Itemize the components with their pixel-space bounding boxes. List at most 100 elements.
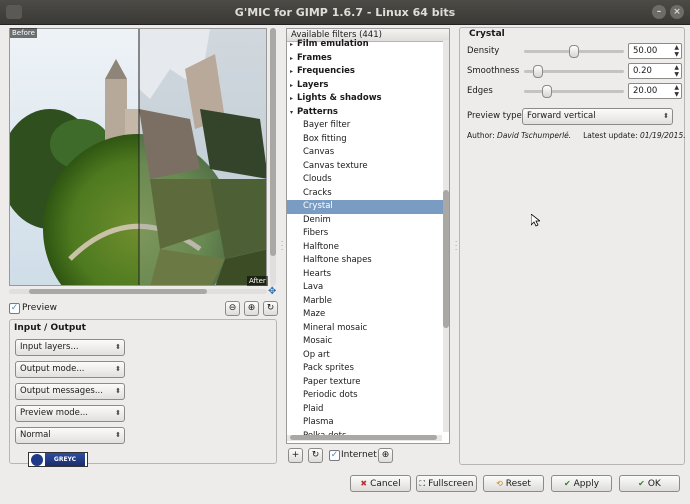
filter-item[interactable]: Halftone shapes: [287, 254, 443, 268]
cancel-button[interactable]: ✖ Cancel: [350, 475, 411, 492]
spin-arrows-icon[interactable]: ▲ ▼: [674, 64, 679, 78]
filter-item[interactable]: Paper texture: [287, 376, 443, 390]
filter-item[interactable]: Maze: [287, 308, 443, 322]
refresh-preview-button[interactable]: ↻: [263, 301, 278, 316]
edges-spinbox[interactable]: 20.00 ▲ ▼: [628, 83, 682, 99]
update-filters-button[interactable]: ↻: [308, 448, 323, 463]
preview-type-label: Preview type: [467, 111, 522, 121]
filter-item[interactable]: Plaid: [287, 403, 443, 417]
minimize-icon[interactable]: –: [652, 5, 666, 19]
left-splitter-handle[interactable]: · · ·: [281, 239, 284, 254]
filter-item[interactable]: Canvas: [287, 146, 443, 160]
preview-type-combo[interactable]: Forward vertical ⬍: [522, 108, 673, 125]
preview-checkbox[interactable]: ✓: [9, 303, 20, 314]
filters-tree[interactable]: Available filters (441) ▸ Film emulation ▸…: [286, 28, 450, 444]
filter-item[interactable]: Op art: [287, 349, 443, 363]
filter-item[interactable]: Crystal: [287, 200, 443, 214]
spin-arrows-icon[interactable]: ▲ ▼: [674, 84, 679, 98]
filter-item[interactable]: Pack sprites: [287, 362, 443, 376]
density-spinbox[interactable]: 50.00 ▲ ▼: [628, 43, 682, 59]
edges-slider[interactable]: [524, 85, 624, 98]
author-name: David Tschumperlé.: [497, 131, 572, 140]
filter-item[interactable]: Mosaic: [287, 335, 443, 349]
filter-item[interactable]: Plasma: [287, 416, 443, 430]
zoom-out-button[interactable]: ⊖: [225, 301, 240, 316]
filter-label: Halftone: [303, 241, 339, 252]
zoom-in-button[interactable]: ⊕: [244, 301, 259, 316]
filter-item[interactable]: Clouds: [287, 173, 443, 187]
gmic-window: G'MIC for GIMP 1.6.7 - Linux 64 bits – ×: [0, 0, 690, 504]
reset-button[interactable]: ⟲ Reset: [483, 475, 544, 492]
expand-icon: ⊕: [381, 450, 390, 460]
update-date: 01/19/2015.: [640, 131, 686, 140]
reset-label: Reset: [505, 479, 531, 489]
preview-vertical-scrollbar[interactable]: [270, 28, 276, 286]
preview-mode-combo[interactable]: Preview mode... ⬍: [15, 405, 125, 422]
logo-mark-icon: [31, 453, 43, 466]
edges-slider-knob[interactable]: [542, 85, 552, 98]
filter-item[interactable]: Cracks: [287, 187, 443, 201]
add-favorite-button[interactable]: +: [288, 448, 303, 463]
filters-vertical-scrollbar[interactable]: [443, 40, 449, 432]
filter-item[interactable]: Periodic dots: [287, 389, 443, 403]
right-splitter-handle[interactable]: · · ·: [455, 239, 458, 254]
input-layers-combo[interactable]: Input layers... ⬍: [15, 339, 125, 356]
filters-horizontal-scrollbar[interactable]: [287, 435, 442, 441]
apply-label: Apply: [573, 479, 600, 489]
filter-item[interactable]: Mineral mosaic: [287, 322, 443, 336]
collapsed-arrow-icon[interactable]: ▸: [290, 92, 293, 106]
filter-label: Bayer filter: [303, 120, 351, 130]
filter-label: Marble: [303, 295, 333, 306]
filter-item[interactable]: Halftone: [287, 241, 443, 255]
filter-item[interactable]: Lava: [287, 281, 443, 295]
filter-category[interactable]: ▸ Film emulation: [287, 38, 443, 52]
expanded-arrow-icon[interactable]: ▾: [290, 106, 293, 120]
expand-collapse-button[interactable]: ⊕: [378, 448, 393, 463]
collapsed-arrow-icon[interactable]: ▸: [290, 79, 293, 93]
filter-item[interactable]: Canvas texture: [287, 160, 443, 174]
density-slider-knob[interactable]: [569, 45, 579, 58]
filter-label: Clouds: [303, 174, 332, 184]
filter-category[interactable]: ▸ Layers: [287, 79, 443, 93]
smoothness-slider[interactable]: [524, 65, 624, 78]
window-menu-icon[interactable]: [6, 5, 22, 19]
collapsed-arrow-icon[interactable]: ▸: [290, 52, 293, 66]
filter-category[interactable]: ▸ Frames: [287, 52, 443, 66]
density-slider[interactable]: [524, 45, 624, 58]
zoom-out-icon: ⊖: [228, 303, 237, 313]
filter-label: Plasma: [303, 417, 334, 427]
filter-item[interactable]: Fibers: [287, 227, 443, 241]
preview-horizontal-scrollbar[interactable]: [9, 289, 267, 294]
title-bar[interactable]: G'MIC for GIMP 1.6.7 - Linux 64 bits – ×: [0, 0, 690, 25]
output-messages-combo[interactable]: Output messages... ⬍: [15, 383, 125, 400]
apply-button[interactable]: ✔ Apply: [551, 475, 612, 492]
smoothness-spinbox[interactable]: 0.20 ▲ ▼: [628, 63, 682, 79]
filter-item[interactable]: Denim: [287, 214, 443, 228]
filter-item[interactable]: Marble: [287, 295, 443, 309]
move-icon[interactable]: ✥: [268, 287, 278, 297]
ok-button[interactable]: ✔ OK: [619, 475, 680, 492]
blend-mode-combo[interactable]: Normal ⬍: [15, 427, 125, 444]
internet-checkbox[interactable]: ✓: [329, 450, 340, 461]
preview-image[interactable]: [9, 28, 267, 286]
close-icon[interactable]: ×: [670, 5, 684, 19]
smoothness-value: 0.20: [633, 66, 652, 76]
filter-category[interactable]: ▾ Patterns: [287, 106, 443, 120]
output-mode-combo[interactable]: Output mode... ⬍: [15, 361, 125, 378]
filter-label: Pack sprites: [303, 363, 354, 373]
filter-label: Film emulation: [297, 39, 369, 49]
collapsed-arrow-icon[interactable]: ▸: [290, 38, 293, 52]
filter-category[interactable]: ▸ Frequencies: [287, 65, 443, 79]
filter-title: Crystal: [469, 29, 505, 39]
edges-label: Edges: [467, 86, 493, 96]
filter-item[interactable]: Box fitting: [287, 133, 443, 147]
filter-item[interactable]: Hearts: [287, 268, 443, 282]
fullscreen-button[interactable]: ⛶ Fullscreen: [416, 475, 477, 492]
filter-item[interactable]: Bayer filter: [287, 119, 443, 133]
filter-category[interactable]: ▸ Lights & shadows: [287, 92, 443, 106]
updown-icon: ⬍: [663, 112, 669, 120]
smoothness-slider-knob[interactable]: [533, 65, 543, 78]
collapsed-arrow-icon[interactable]: ▸: [290, 65, 293, 79]
greyc-logo[interactable]: GREYC: [28, 452, 88, 467]
spin-arrows-icon[interactable]: ▲ ▼: [674, 44, 679, 58]
